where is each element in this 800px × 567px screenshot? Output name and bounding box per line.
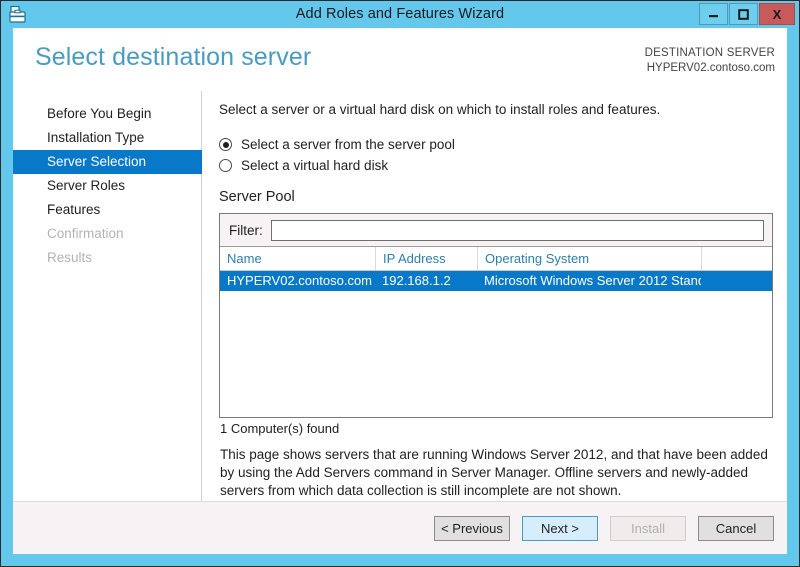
window-controls: X [698,3,795,25]
destination-server-value: HYPERV02.contoso.com [646,62,775,74]
sidebar-item-features[interactable]: Features [13,198,202,222]
close-icon: X [772,6,782,22]
maximize-button[interactable] [729,3,758,25]
wizard-content: Select a server or a virtual hard disk o… [202,91,787,501]
radio-virtual-hard-disk-label: Select a virtual hard disk [241,157,389,173]
table-body: HYPERV02.contoso.com 192.168.1.2 Microso… [220,271,772,417]
column-header-ip-address[interactable]: IP Address [375,247,477,270]
wizard-footer: < Previous Next > Install Cancel [13,501,787,554]
wizard-body: Before You Begin Installation Type Serve… [13,91,787,501]
cell-operating-system: Microsoft Windows Server 2012 Standard [484,273,701,288]
page-note-text: This page shows servers that are running… [220,447,768,498]
window-title: Add Roles and Features Wizard [295,6,505,22]
server-pool-heading: Server Pool [219,189,295,205]
destination-server-label: DESTINATION SERVER [644,47,775,59]
cell-name: HYPERV02.contoso.com [227,273,372,288]
next-button[interactable]: Next > [522,515,598,541]
sidebar-item-installation-type[interactable]: Installation Type [13,126,202,150]
filter-bar: Filter: [220,214,772,247]
sidebar-item-results: Results [47,250,93,265]
radio-unselected-icon [219,159,232,172]
radio-virtual-hard-disk[interactable]: Select a virtual hard disk [219,155,773,176]
sidebar-item-server-selection[interactable]: Server Selection [13,150,202,174]
destination-server-block: DESTINATION SERVER HYPERV02.contoso.com [645,46,775,76]
install-button: Install [610,515,686,541]
column-header-name[interactable]: Name [220,247,375,270]
page-title: Select destination server [35,43,312,71]
radio-server-pool-label: Select a server from the server pool [241,136,455,152]
wizard-client-area: Select destination server DESTINATION SE… [13,28,787,554]
filter-label: Filter: [229,222,263,238]
filter-input[interactable] [270,219,764,241]
minimize-button[interactable] [699,3,728,25]
cell-ip-address: 192.168.1.2 [382,273,451,288]
cancel-button[interactable]: Cancel [698,515,774,541]
wizard-navigation-sidebar: Before You Begin Installation Type Serve… [13,91,202,501]
sidebar-item-server-roles[interactable]: Server Roles [13,174,202,198]
column-header-spacer[interactable] [701,247,772,270]
column-header-operating-system[interactable]: Operating System [477,247,701,270]
page-header: Select destination server DESTINATION SE… [13,28,787,91]
computers-found-text: 1 Computer(s) found [220,421,340,436]
window-titlebar: Add Roles and Features Wizard X [1,1,799,28]
sidebar-item-before-you-begin[interactable]: Before You Begin [13,102,202,126]
radio-selected-icon [219,138,232,151]
server-pool-table: Name IP Address Operating System HYPERV0… [220,247,772,417]
table-header-row: Name IP Address Operating System [220,247,772,271]
radio-server-pool[interactable]: Select a server from the server pool [219,134,773,155]
previous-button[interactable]: < Previous [434,515,510,541]
server-pool-panel: Filter: Name IP Address Operating System [219,213,773,418]
intro-text: Select a server or a virtual hard disk o… [219,102,661,117]
table-row[interactable]: HYPERV02.contoso.com 192.168.1.2 Microso… [220,271,772,291]
close-button[interactable]: X [759,3,795,25]
wizard-window: Add Roles and Features Wizard X Select d… [0,0,800,567]
sidebar-item-confirmation: Confirmation [47,226,124,241]
